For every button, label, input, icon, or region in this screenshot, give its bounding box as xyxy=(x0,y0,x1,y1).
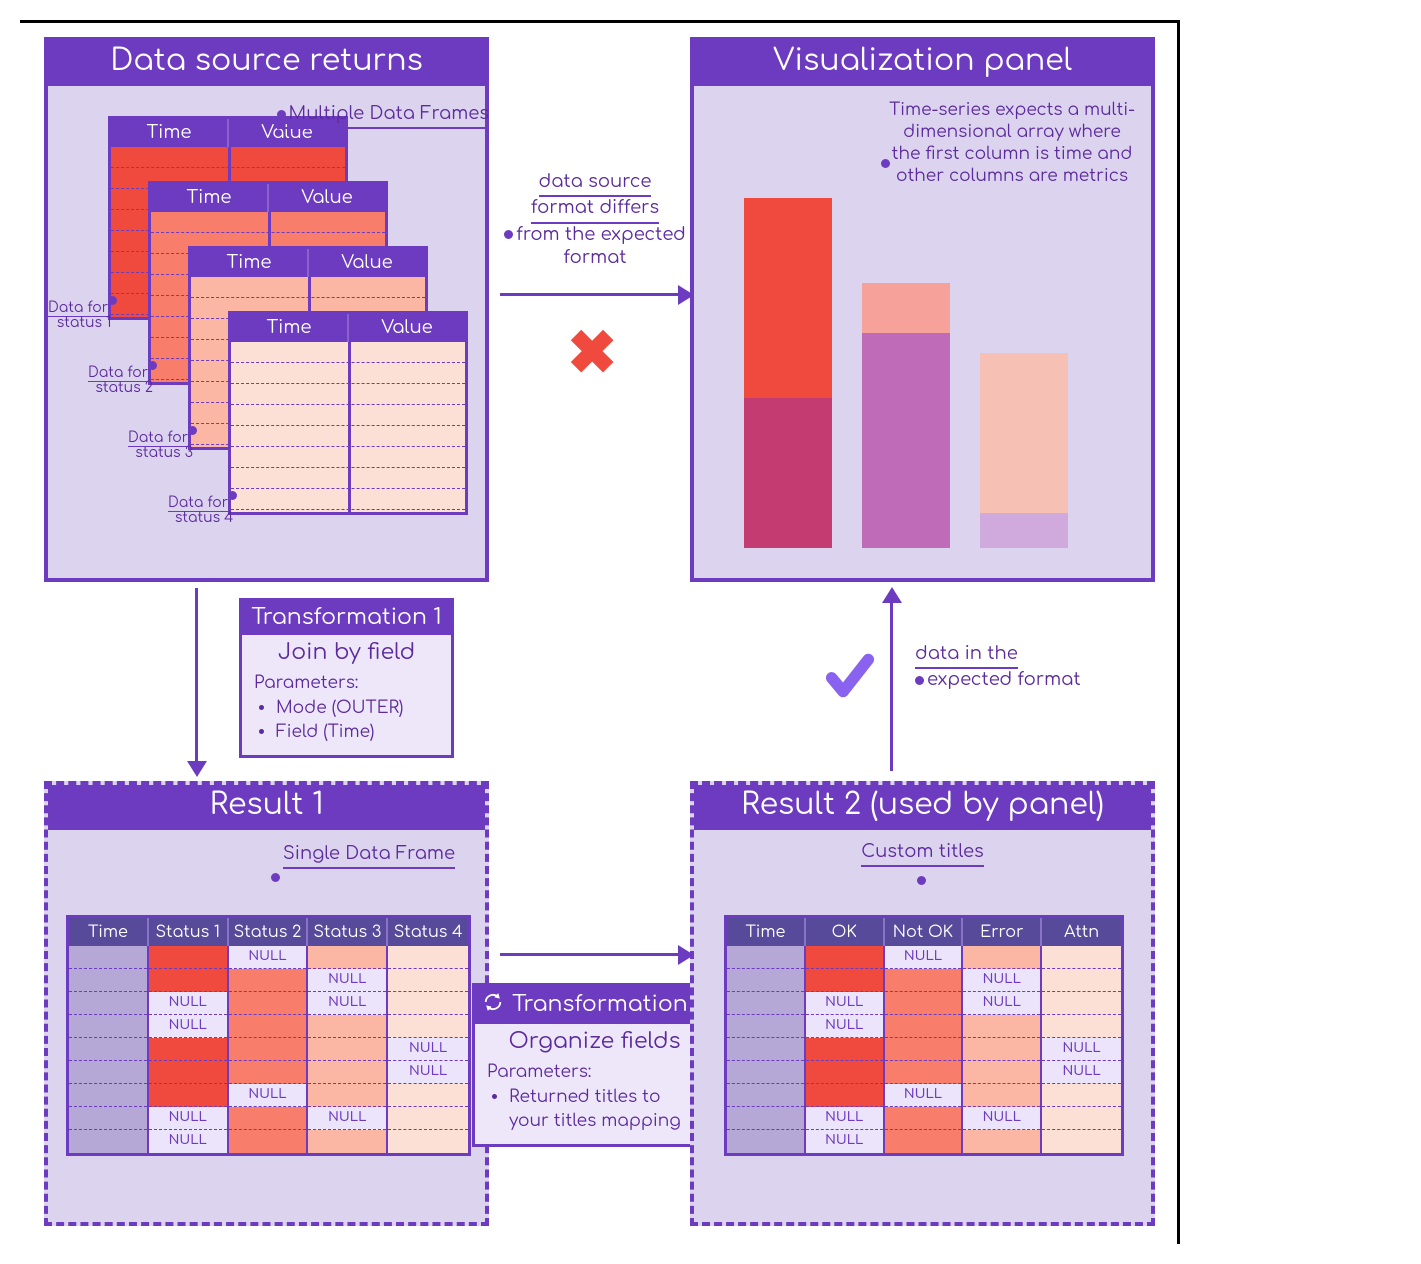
params-list: Returned titles to your titles mapping xyxy=(487,1085,702,1134)
arrow-source-to-result1 xyxy=(195,588,198,763)
callout-multi-frames: Multiple Data Frames xyxy=(277,103,489,129)
arrow-label-expected-format: data in the expected format xyxy=(915,643,1085,693)
bar-3 xyxy=(980,353,1068,548)
panel-title: Result 1 xyxy=(48,785,485,830)
status-label-1: Data for status 1 xyxy=(48,301,120,332)
result1-table: TimeStatus 1Status 2Status 3Status 4NULL… xyxy=(66,915,471,1156)
arrow-result2-to-viz xyxy=(890,601,893,771)
arrow-label-format-differs: data source format differs from the expe… xyxy=(500,171,690,271)
arrow-source-to-viz xyxy=(500,293,680,296)
panel-title: Data source returns xyxy=(48,41,485,86)
panel-title: Result 2 (used by panel) xyxy=(694,785,1151,830)
tbox-body: Parameters: Returned titles to your titl… xyxy=(475,1056,714,1144)
diagram-canvas: Data source returns TimeValueData for st… xyxy=(20,20,1180,1244)
callout-viz: Time-series expects a multi-dimensional … xyxy=(887,99,1137,187)
params-list: Mode (OUTER)Field (Time) xyxy=(254,696,439,745)
tbox-subtitle: Join by field xyxy=(242,635,451,667)
tbox-body: Parameters: Mode (OUTER)Field (Time) xyxy=(242,667,451,755)
stacked-tables: TimeValueData for status 1TimeValueData … xyxy=(108,116,478,546)
transformation-1-box: Transformation 1 Join by field Parameter… xyxy=(239,598,454,758)
tbox-badge: Transformation 1 xyxy=(242,601,451,635)
bar-2 xyxy=(862,283,950,548)
callout-text: Time-series expects a multi-dimensional … xyxy=(889,100,1135,185)
panel-result-1: Result 1 Single Data Frame TimeStatus 1S… xyxy=(44,781,489,1226)
params-label: Parameters: xyxy=(487,1060,702,1085)
bar-chart xyxy=(744,178,1074,548)
bar-1 xyxy=(744,198,832,548)
panel-visualization: Visualization panel Time-series expects … xyxy=(690,37,1155,582)
cycle-icon xyxy=(482,991,504,1019)
callout-text: Multiple Data Frames xyxy=(289,104,489,124)
status-label-2: Data for status 2 xyxy=(88,366,160,397)
params-label: Parameters: xyxy=(254,671,439,696)
arrow-result1-to-result2 xyxy=(500,953,680,956)
status-label-4: Data for status 4 xyxy=(168,496,240,527)
callout-custom-titles: Custom titles xyxy=(694,841,1151,891)
status-label-3: Data for status 3 xyxy=(128,431,200,462)
panel-result-2: Result 2 (used by panel) Custom titles T… xyxy=(690,781,1155,1226)
x-icon: ✖ xyxy=(567,318,617,388)
result2-table: TimeOKNot OKErrorAttnNULLNULLNULLNULLNUL… xyxy=(724,915,1124,1156)
check-icon xyxy=(820,648,880,718)
stacked-table-4: TimeValue xyxy=(228,311,468,515)
tbox-subtitle: Organize fields xyxy=(475,1024,714,1056)
tbox-badge: Transformation 2 xyxy=(475,986,714,1024)
panel-data-source: Data source returns TimeValueData for st… xyxy=(44,37,489,582)
transformation-2-box: Transformation 2 Organize fields Paramet… xyxy=(472,983,717,1147)
panel-title: Visualization panel xyxy=(694,41,1151,86)
callout-single-frame: Single Data Frame xyxy=(283,843,455,869)
